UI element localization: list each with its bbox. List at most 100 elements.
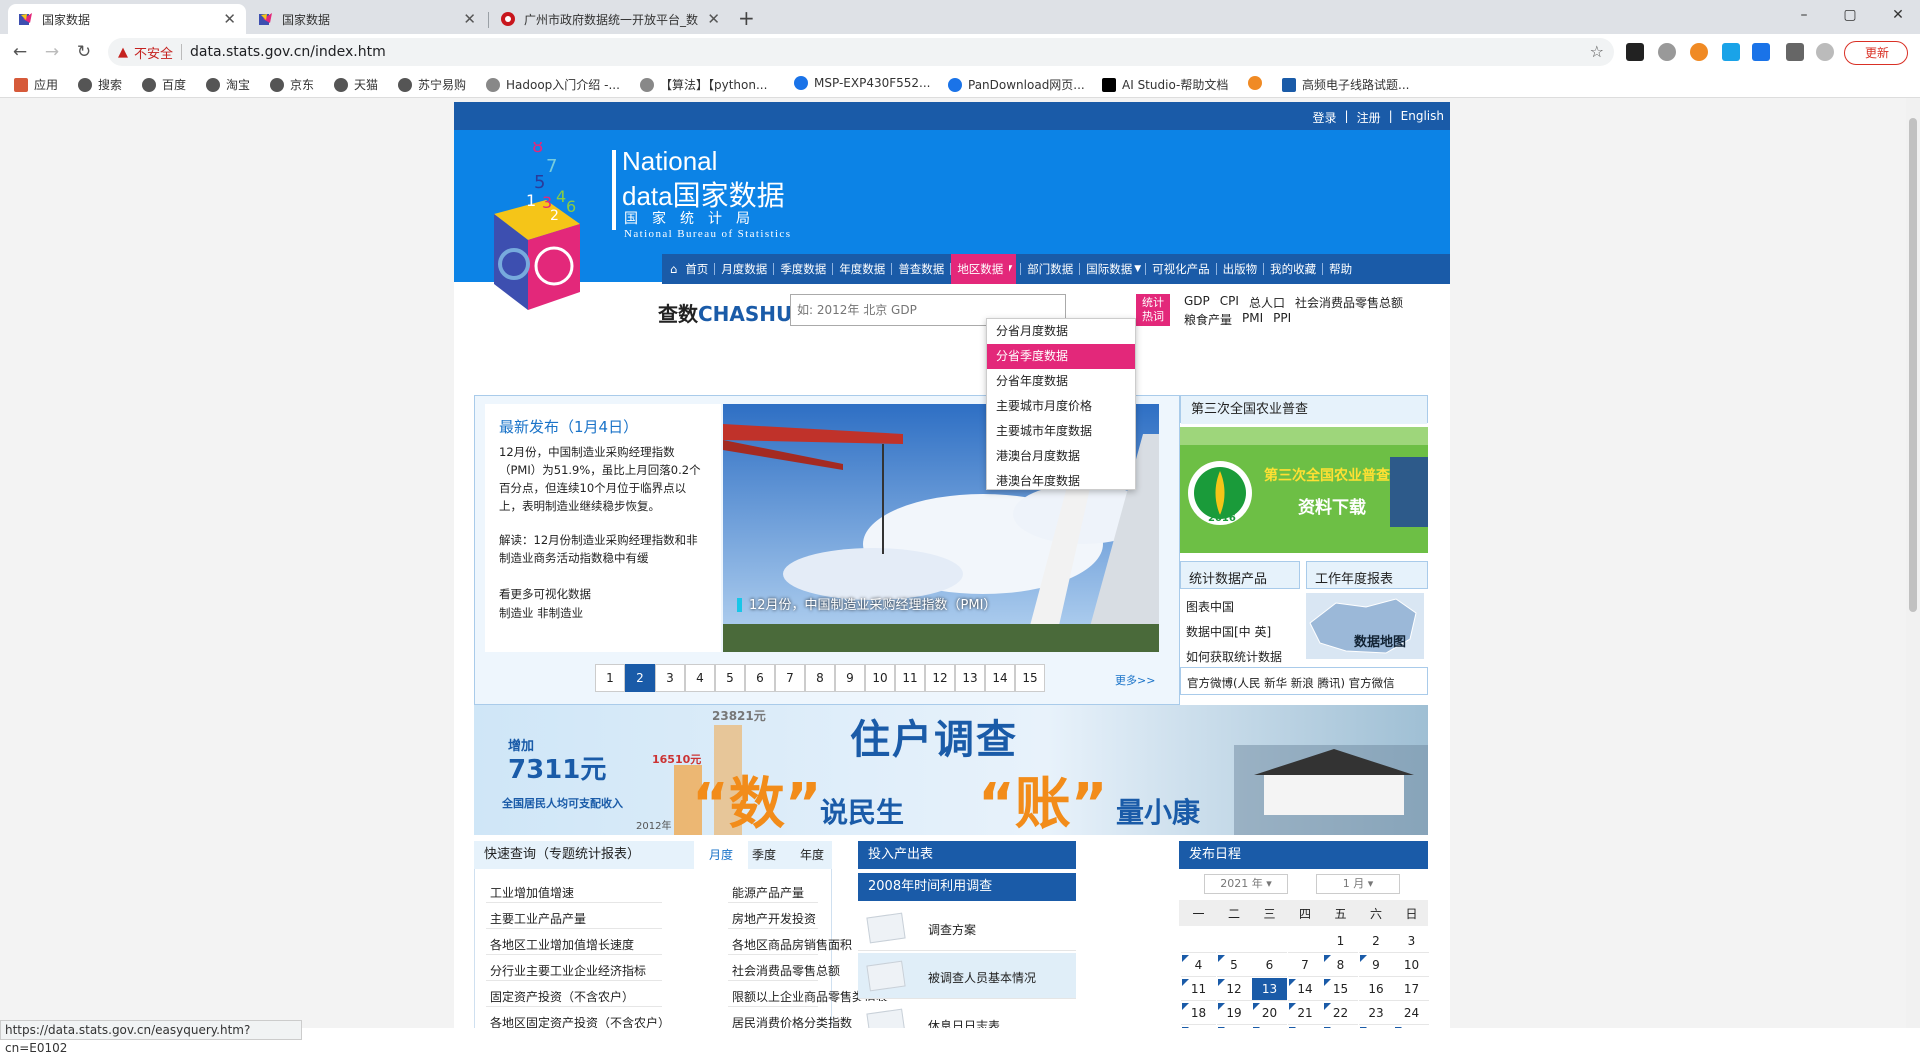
dropdown-item[interactable]: 主要城市年度数据: [987, 419, 1135, 444]
nav-item-11[interactable]: 帮助: [1323, 254, 1358, 284]
page-button[interactable]: 12: [925, 664, 955, 692]
nav-item-10[interactable]: 我的收藏: [1264, 254, 1322, 284]
hot-word[interactable]: CPI: [1220, 294, 1239, 311]
url-text[interactable]: data.stats.gov.cn/index.htm: [190, 44, 386, 60]
page-button[interactable]: 1: [595, 664, 625, 692]
page-button[interactable]: 13: [955, 664, 985, 692]
new-tab-button[interactable]: +: [738, 6, 755, 30]
reload-icon[interactable]: ↻: [72, 40, 96, 64]
page-button[interactable]: 15: [1015, 664, 1045, 692]
page-button[interactable]: 10: [865, 664, 895, 692]
quick-link[interactable]: 工业增加值增速: [490, 884, 574, 901]
close-icon[interactable]: ✕: [707, 10, 720, 28]
address-bar[interactable]: ▲ 不安全 data.stats.gov.cn/index.htm ☆: [108, 38, 1614, 66]
bookmark-item[interactable]: Hadoop入门介绍 -...: [486, 76, 620, 93]
bookmark-item[interactable]: 高频电子线路试题...: [1282, 76, 1409, 93]
quick-tab-2[interactable]: 年度: [790, 841, 834, 869]
quick-tab-0[interactable]: 月度: [694, 841, 748, 869]
calendar-day[interactable]: 17: [1394, 978, 1429, 1000]
scrollbar-thumb[interactable]: [1909, 118, 1917, 612]
census-header[interactable]: 第三次全国农业普查: [1180, 395, 1428, 424]
quick-link[interactable]: 固定资产投资（不含农户）: [490, 988, 634, 1005]
hot-word[interactable]: 粮食产量: [1184, 311, 1232, 328]
tab-2[interactable]: 国家数据 ✕: [248, 4, 486, 34]
news-body[interactable]: 12月份，中国制造业采购经理指数（PMI）为51.9%，虽比上月回落0.2个百分…: [499, 443, 707, 515]
calendar-day[interactable]: 10: [1394, 954, 1429, 976]
weibo-bar[interactable]: 官方微博(人民 新华 新浪 腾讯) 官方微信: [1180, 667, 1428, 695]
quick-link[interactable]: 各地区工业增加值增长速度: [490, 936, 634, 953]
year-select[interactable]: 2021 年 ▾: [1204, 874, 1288, 894]
bookmark-item[interactable]: MSP-EXP430F552...: [794, 76, 930, 90]
hot-word[interactable]: 社会消费品零售总额: [1295, 294, 1403, 311]
page-button[interactable]: 11: [895, 664, 925, 692]
page-button[interactable]: 4: [685, 664, 715, 692]
dropdown-item[interactable]: 分省季度数据: [987, 344, 1135, 369]
page-button[interactable]: 8: [805, 664, 835, 692]
page-button[interactable]: 3: [655, 664, 685, 692]
quick-link[interactable]: 主要工业产品产量: [490, 910, 586, 927]
page-button[interactable]: 9: [835, 664, 865, 692]
nav-item-2[interactable]: 季度数据: [774, 254, 832, 284]
io-item-label[interactable]: 调查方案: [928, 921, 976, 938]
nav-item-1[interactable]: 月度数据: [715, 254, 773, 284]
profile-avatar-icon[interactable]: [1816, 43, 1834, 61]
extension-icon[interactable]: [1690, 43, 1708, 61]
calendar-day[interactable]: 7: [1288, 954, 1323, 976]
hot-word[interactable]: PMI: [1242, 311, 1263, 328]
page-button[interactable]: 14: [985, 664, 1015, 692]
data-map-thumbnail[interactable]: 数据地图: [1306, 593, 1424, 659]
page-button[interactable]: 7: [775, 664, 805, 692]
census-banner[interactable]: 第三次全国农业普查 资料下载 2016: [1180, 427, 1428, 553]
bookmark-item[interactable]: 【算法】【python...: [640, 76, 767, 93]
extension-icon[interactable]: [1626, 43, 1644, 61]
product-link[interactable]: 数据中国[中 英]: [1186, 623, 1271, 640]
sector-links[interactable]: 制造业 非制造业: [499, 604, 707, 623]
extension-icon[interactable]: [1752, 43, 1770, 61]
product-link[interactable]: 图表中国: [1186, 598, 1234, 615]
quick-link[interactable]: 能源产品产量: [732, 884, 804, 901]
quick-link[interactable]: 房地产开发投资: [732, 910, 816, 927]
news-more-link[interactable]: 更多>>: [1115, 672, 1155, 688]
calendar-day[interactable]: 23: [1359, 1002, 1394, 1024]
nav-item-0[interactable]: 首页: [679, 254, 714, 284]
calendar-day[interactable]: 3: [1394, 930, 1429, 952]
calendar-day[interactable]: 2: [1359, 930, 1394, 952]
month-select[interactable]: 1 月 ▾: [1316, 874, 1400, 894]
calendar-day[interactable]: 1: [1323, 930, 1358, 952]
hot-word[interactable]: PPI: [1273, 311, 1291, 328]
page-button[interactable]: 6: [745, 664, 775, 692]
time-use-survey-header[interactable]: 2008年时间利用调查: [858, 873, 1076, 901]
annual-report-tab[interactable]: 工作年度报表: [1306, 561, 1428, 589]
hot-word[interactable]: GDP: [1184, 294, 1210, 311]
forward-arrow-icon[interactable]: →: [40, 40, 64, 64]
maximize-button[interactable]: ▢: [1830, 4, 1870, 26]
close-icon[interactable]: ✕: [223, 10, 236, 28]
register-link[interactable]: 注册: [1357, 109, 1381, 126]
update-button[interactable]: 更新: [1844, 41, 1908, 65]
login-link[interactable]: 登录: [1313, 109, 1337, 126]
quick-link[interactable]: 各地区固定资产投资（不含农户）: [490, 1014, 670, 1028]
nav-item-6[interactable]: 部门数据: [1021, 254, 1079, 284]
page-button[interactable]: 5: [715, 664, 745, 692]
dropdown-item[interactable]: 分省月度数据: [987, 319, 1135, 344]
bookmark-item[interactable]: 京东: [270, 76, 314, 93]
quick-tab-1[interactable]: 季度: [742, 841, 786, 869]
bookmark-item[interactable]: 淘宝: [206, 76, 250, 93]
quick-link[interactable]: 居民消费价格分类指数: [732, 1014, 852, 1028]
products-tab[interactable]: 统计数据产品: [1180, 561, 1300, 589]
bookmark-star-icon[interactable]: ☆: [1590, 42, 1604, 61]
minimize-button[interactable]: –: [1784, 4, 1824, 26]
product-link[interactable]: 如何获取统计数据: [1186, 648, 1282, 665]
english-link[interactable]: English: [1401, 109, 1444, 126]
extension-icon[interactable]: [1722, 43, 1740, 61]
close-window-button[interactable]: ✕: [1878, 4, 1918, 26]
calendar-day[interactable]: 6: [1252, 954, 1287, 976]
quick-link[interactable]: 社会消费品零售总额: [732, 962, 840, 979]
news-interpretation[interactable]: 解读：12月份制造业采购经理指数和非制造业商务活动指数稳中有缓: [499, 531, 707, 567]
back-arrow-icon[interactable]: ←: [8, 40, 32, 64]
bookmark-item[interactable]: 百度: [142, 76, 186, 93]
dropdown-item[interactable]: 港澳台年度数据: [987, 469, 1135, 494]
nav-item-8[interactable]: 可视化产品: [1146, 254, 1216, 284]
nav-item-9[interactable]: 出版物: [1217, 254, 1264, 284]
quick-link[interactable]: 分行业主要工业企业经济指标: [490, 962, 646, 979]
